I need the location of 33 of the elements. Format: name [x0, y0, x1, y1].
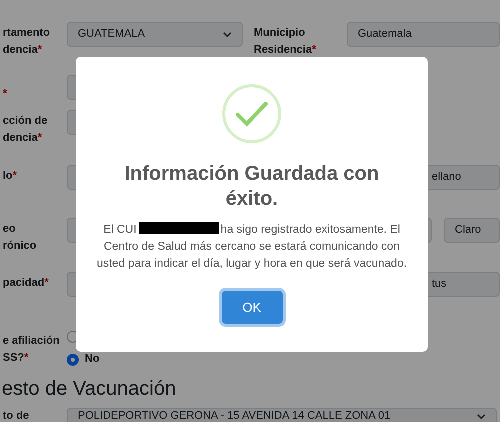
required-mark: *: [312, 44, 316, 56]
caret-icon: [477, 414, 486, 420]
select-field[interactable]: GUATEMALA: [67, 22, 243, 47]
radio-label: No: [85, 352, 100, 368]
field-label: dencia: [3, 132, 38, 144]
field-label: Residencia: [254, 44, 312, 56]
check-icon: [222, 84, 282, 144]
select-field[interactable]: POLIDEPORTIVO GERONA - 15 AVENIDA 14 CALLE ZONA 01: [67, 408, 497, 422]
message-text: El CUI ha sigo registrado exitosamente. El Centro de Salud más cercano se estará comunicando con usted para indicar el día, lugar y hora en que será vacunado.: [96, 222, 408, 272]
ok-button[interactable]: OK: [222, 291, 282, 324]
field-label: rtamento: [3, 27, 50, 39]
field-label: pacidad: [3, 277, 45, 289]
required-mark: *: [12, 170, 18, 182]
required-mark: *: [44, 277, 49, 289]
required-mark: *: [3, 88, 8, 100]
dialog-title: Información Guardada con éxito.: [124, 162, 380, 212]
field-label: SS?: [3, 352, 24, 364]
field-label: Municipio: [254, 27, 306, 39]
field-label: rónico: [3, 240, 37, 252]
field-label: to de: [3, 410, 30, 422]
field-label: e afiliación: [3, 335, 60, 347]
field-label: eo: [3, 223, 16, 235]
field-label: lo: [3, 170, 13, 182]
radio-button[interactable]: [67, 354, 79, 366]
caret-icon: [223, 32, 232, 38]
section-heading: esto de Vacunación: [1, 377, 178, 402]
field-label: dencia: [3, 44, 38, 56]
input-field[interactable]: Claro: [444, 218, 500, 243]
input-field[interactable]: Guatemala: [347, 22, 500, 47]
field-label: cción de: [3, 115, 48, 127]
required-mark: *: [38, 44, 42, 56]
required-mark: *: [24, 352, 29, 364]
required-mark: *: [38, 132, 42, 144]
